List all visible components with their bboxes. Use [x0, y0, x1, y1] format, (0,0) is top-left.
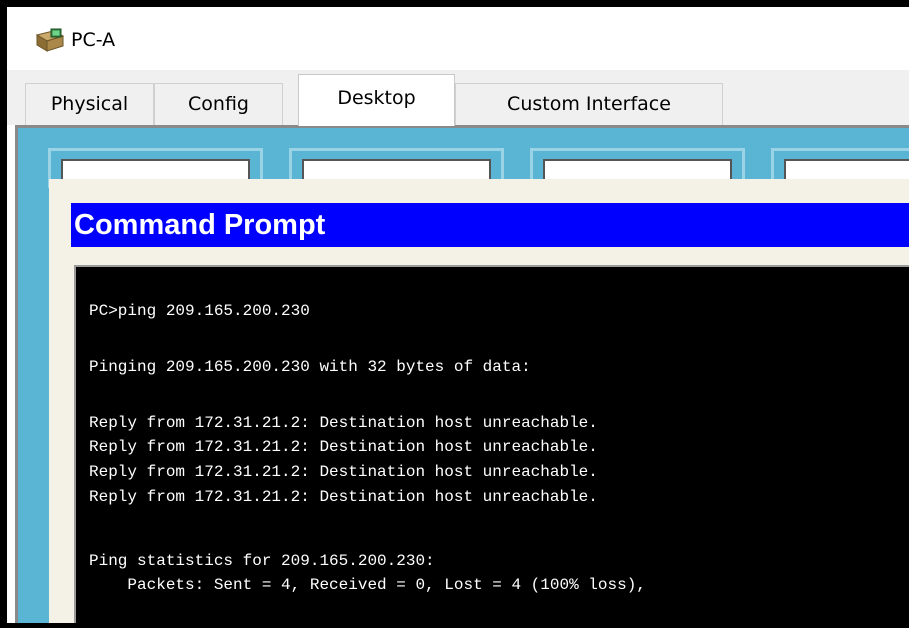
window-title: PC-A — [71, 29, 116, 51]
terminal-line: Reply from 172.31.21.2: Destination host… — [89, 488, 598, 506]
application-window: PC-A Physical Config Desktop Custom Inte… — [0, 0, 909, 628]
terminal-line: Reply from 172.31.21.2: Destination host… — [89, 463, 598, 481]
tab-desktop[interactable]: Desktop — [298, 74, 455, 126]
terminal-line: Reply from 172.31.21.2: Destination host… — [89, 438, 598, 456]
terminal-line: Packets: Sent = 4, Received = 0, Lost = … — [89, 576, 646, 594]
command-prompt-titlebar: Command Prompt — [71, 203, 909, 247]
tab-custom-interface[interactable]: Custom Interface — [455, 83, 723, 125]
pc-computer-icon — [35, 28, 65, 52]
tab-config[interactable]: Config — [154, 83, 283, 125]
terminal-output[interactable]: PC>ping 209.165.200.230 Pinging 209.165.… — [74, 265, 909, 623]
command-prompt-window: Command Prompt PC>ping 209.165.200.230 P… — [49, 179, 909, 623]
command-prompt-title: Command Prompt — [74, 209, 326, 241]
terminal-line: PC>ping 209.165.200.230 — [89, 302, 310, 320]
terminal-line: Pinging 209.165.200.230 with 32 bytes of… — [89, 358, 531, 376]
terminal-line: Reply from 172.31.21.2: Destination host… — [89, 414, 598, 432]
tab-bar: Physical Config Desktop Custom Interface — [7, 70, 909, 126]
terminal-line: Ping statistics for 209.165.200.230: — [89, 552, 435, 570]
tab-physical[interactable]: Physical — [25, 83, 154, 125]
window-titlebar: PC-A — [7, 7, 909, 70]
